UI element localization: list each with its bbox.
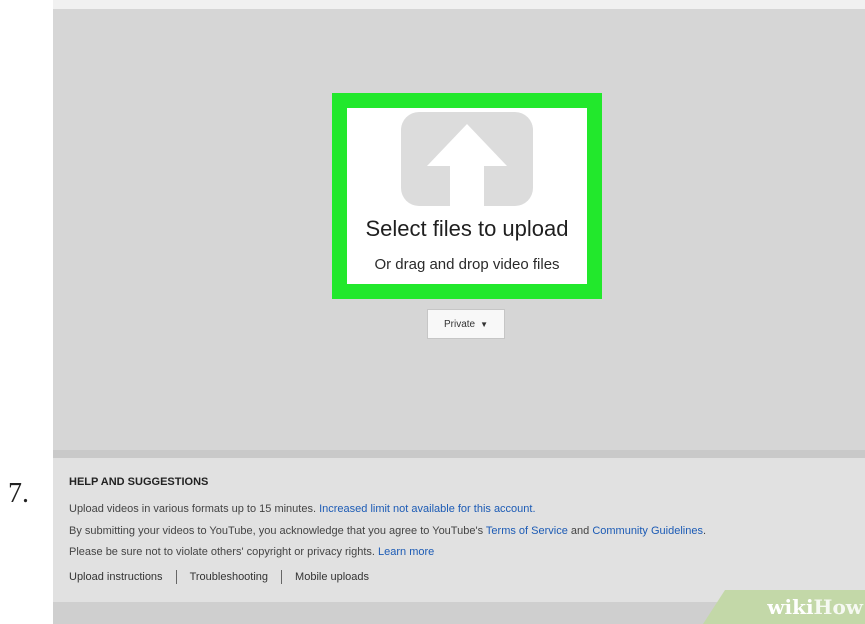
increased-limit-link[interactable]: Increased limit not available for this a… (319, 503, 535, 515)
top-bar (53, 0, 865, 9)
upload-instructions-link[interactable]: Upload instructions (69, 571, 163, 583)
link-separator (175, 570, 177, 584)
upload-arrow-icon (401, 112, 533, 206)
help-line-terms-and: and (567, 525, 593, 537)
section-divider (53, 450, 865, 458)
privacy-dropdown-label: Private (443, 318, 476, 330)
help-line-terms: By submitting your videos to YouTube, yo… (69, 525, 706, 537)
select-files-upload-box[interactable]: Select files to upload Or drag and drop … (332, 93, 602, 299)
upload-area: Select files to upload Or drag and drop … (53, 9, 865, 450)
upload-subtitle: Or drag and drop video files (374, 256, 560, 273)
help-line-terms-text: By submitting your videos to YouTube, yo… (69, 525, 486, 537)
help-links-row: Upload instructions Troubleshooting Mobi… (69, 570, 369, 584)
help-and-suggestions: HELP AND SUGGESTIONS Upload videos in va… (53, 458, 865, 602)
help-line-copyright-text: Please be sure not to violate others' co… (69, 546, 379, 558)
help-line-terms-end: . (702, 525, 707, 537)
upload-title: Select files to upload (365, 216, 569, 241)
watermark-how: How (813, 595, 863, 619)
help-line-formats: Upload videos in various formats up to 1… (69, 503, 536, 515)
learn-more-link[interactable]: Learn more (378, 546, 434, 558)
terms-of-service-link[interactable]: Terms of Service (486, 525, 568, 537)
help-line-formats-text: Upload videos in various formats up to 1… (69, 503, 320, 515)
troubleshooting-link[interactable]: Troubleshooting (190, 571, 268, 583)
help-line-copyright: Please be sure not to violate others' co… (69, 546, 434, 558)
wikihow-watermark: wiki How (703, 590, 865, 624)
mobile-uploads-link[interactable]: Mobile uploads (295, 571, 369, 583)
help-title: HELP AND SUGGESTIONS (69, 476, 209, 488)
step-number: 7. (8, 478, 29, 509)
link-separator (281, 570, 283, 584)
community-guidelines-link[interactable]: Community Guidelines (592, 525, 703, 537)
chevron-down-icon: ▼ (480, 319, 489, 329)
youtube-upload-screenshot: Select files to upload Or drag and drop … (53, 0, 865, 624)
privacy-dropdown[interactable]: Private ▼ (427, 309, 505, 339)
watermark-wiki: wiki (767, 595, 814, 619)
